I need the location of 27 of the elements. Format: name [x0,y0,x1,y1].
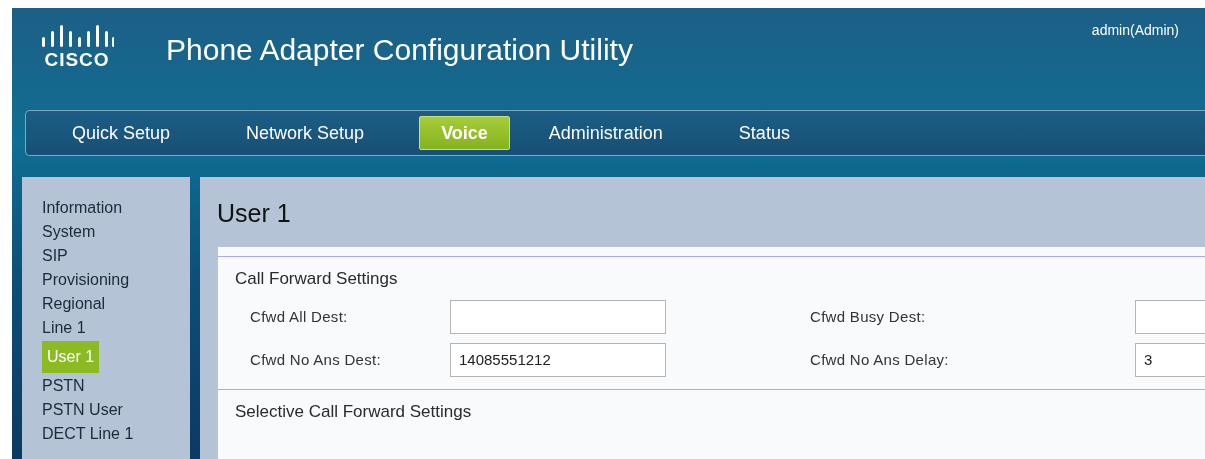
sidebar-item[interactable]: PSTN User [42,398,123,422]
field-label: Cfwd No Ans Dest: [250,351,382,368]
logo-bars-icon [40,25,114,47]
page-title: User 1 [216,198,292,229]
nav-tab[interactable]: Network Setup [225,116,386,150]
app-title: Phone Adapter Configuration Utility [166,33,634,67]
input-field[interactable]: 14085551212 [450,342,666,377]
sidebar-item[interactable]: Regional [42,292,106,316]
field-label: Cfwd No Ans Delay: [810,351,950,368]
nav-tab[interactable]: Quick Setup [51,116,192,150]
nav-tab[interactable]: Administration [527,116,684,150]
input-field[interactable] [450,299,666,334]
logo-text: CISCO [44,49,110,71]
sidebar-item[interactable]: PSTN [42,374,85,398]
field-label: Cfwd All Dest: [250,308,349,325]
sidebar-item[interactable]: Line 1 [42,316,86,340]
sidebar-item[interactable]: DECT Line 1 [42,422,134,446]
sidebar-item[interactable]: Provisioning [42,268,130,292]
user-name: admin(Admin) [1091,22,1179,38]
sidebar-item[interactable]: SIP [42,244,68,268]
section-title: Call Forward Settings [235,269,399,289]
section-title: Selective Call Forward Settings [235,402,473,422]
field-label: Cfwd Busy Dest: [810,308,927,325]
nav-tab[interactable]: Status [717,116,811,150]
sidebar-item[interactable]: System [42,220,96,244]
input-field[interactable]: 3 [1135,342,1205,377]
sidebar-item[interactable]: Information [42,196,123,220]
